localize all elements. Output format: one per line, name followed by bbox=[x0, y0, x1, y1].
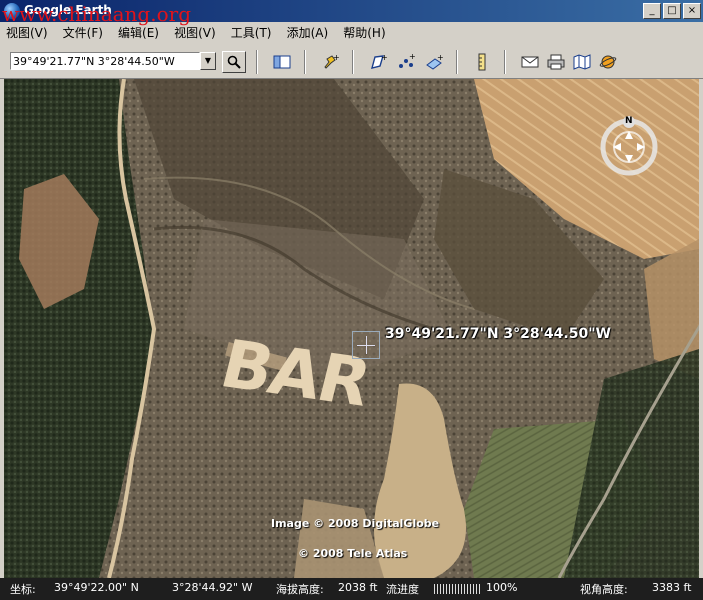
add-placemark-button[interactable]: + bbox=[318, 51, 342, 73]
image-overlay-icon: + bbox=[426, 53, 443, 70]
coord-label: 坐标: bbox=[10, 583, 36, 596]
svg-text:+: + bbox=[333, 53, 339, 62]
status-bar: 坐标: 39°49'22.00" N 3°28'44.92" W 海拔高度: 2… bbox=[0, 578, 703, 600]
compass-north-label: N bbox=[625, 116, 633, 126]
sidebar-toggle-button[interactable] bbox=[270, 51, 294, 73]
pushpin-icon: + bbox=[324, 53, 339, 69]
elevation-value: 2038 ft bbox=[338, 581, 378, 594]
map-view[interactable]: BAR 39°49'21.77"N 3°28'44.50"W Image © 2… bbox=[4, 79, 699, 578]
crosshair-cursor bbox=[352, 331, 380, 359]
svg-text:+: + bbox=[381, 53, 387, 62]
envelope-icon bbox=[521, 56, 539, 68]
eye-altitude-label: 视角高度: bbox=[580, 583, 628, 596]
navigation-compass[interactable]: N bbox=[594, 112, 664, 182]
watermark: www.chinaang.org bbox=[2, 2, 191, 26]
latitude-value: 39°49'22.00" N bbox=[54, 581, 139, 594]
search-input[interactable] bbox=[10, 52, 200, 70]
search-history-dropdown[interactable]: ▼ bbox=[200, 52, 216, 70]
search-button[interactable] bbox=[222, 51, 246, 73]
menu-add[interactable]: 添加(A) bbox=[283, 22, 333, 44]
close-button[interactable]: × bbox=[683, 3, 701, 19]
add-path-button[interactable]: + bbox=[394, 51, 418, 73]
minimize-button[interactable]: _ bbox=[643, 3, 661, 19]
add-polygon-button[interactable]: + bbox=[366, 51, 390, 73]
sidebar-icon bbox=[273, 55, 291, 69]
streaming-progress bbox=[434, 584, 480, 594]
menu-help[interactable]: 帮助(H) bbox=[339, 22, 389, 44]
sky-button[interactable] bbox=[596, 51, 620, 73]
add-overlay-button[interactable]: + bbox=[422, 51, 446, 73]
search-icon bbox=[227, 55, 241, 69]
atlas-credit: © 2008 Tele Atlas bbox=[298, 547, 408, 560]
maps-button[interactable] bbox=[570, 51, 594, 73]
streaming-percent: 100% bbox=[486, 581, 518, 594]
email-button[interactable] bbox=[518, 51, 542, 73]
svg-text:+: + bbox=[409, 53, 415, 61]
toolbar: ▼ + + + + bbox=[0, 44, 703, 79]
svg-text:+: + bbox=[437, 53, 443, 62]
elevation-label: 海拔高度: bbox=[276, 583, 324, 596]
map-icon bbox=[573, 54, 591, 70]
path-icon: + bbox=[399, 53, 415, 68]
polygon-icon: + bbox=[371, 53, 387, 69]
ruler-icon bbox=[478, 53, 486, 71]
maximize-button[interactable]: □ bbox=[663, 3, 681, 19]
planet-icon bbox=[599, 55, 617, 69]
eye-altitude-value: 3383 ft bbox=[652, 581, 692, 594]
ruler-button[interactable] bbox=[470, 51, 494, 73]
imagery-credit: Image © 2008 DigitalGlobe bbox=[271, 517, 440, 530]
menu-tools[interactable]: 工具(T) bbox=[227, 22, 276, 44]
streaming-label: 流进度 bbox=[386, 583, 419, 596]
longitude-value: 3°28'44.92" W bbox=[172, 581, 253, 594]
printer-icon bbox=[547, 54, 565, 70]
print-button[interactable] bbox=[544, 51, 568, 73]
cursor-coordinates: 39°49'21.77"N 3°28'44.50"W bbox=[385, 326, 611, 342]
